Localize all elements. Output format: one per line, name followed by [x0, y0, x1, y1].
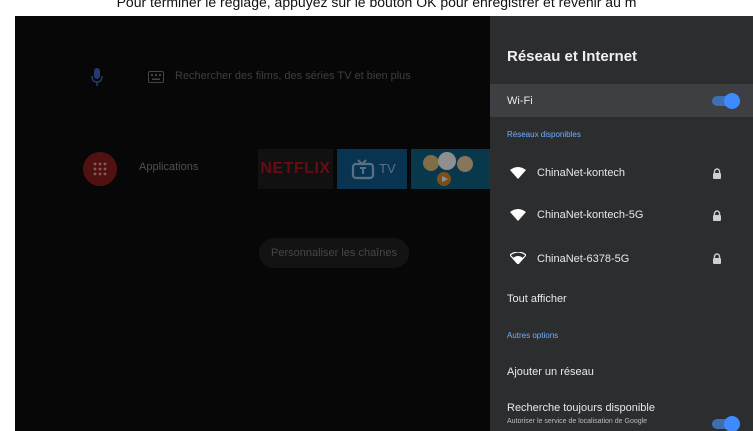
always-scanning-subtitle: Autoriser le service de localisation de …	[507, 418, 648, 425]
lock-icon	[713, 210, 721, 221]
home-screen-dimmed: Rechercher des films, des séries TV et b…	[15, 16, 490, 431]
section-available-networks: Réseaux disponibles	[507, 130, 581, 139]
wifi-signal-partial-icon	[510, 252, 526, 264]
grid-icon	[93, 162, 107, 176]
microphone-icon[interactable]	[90, 67, 104, 87]
section-other-options: Autres options	[507, 331, 559, 340]
instruction-caption: Pour terminer le réglage, appuyez sur le…	[116, 0, 637, 10]
wifi-label: Wi-Fi	[507, 95, 533, 107]
netflix-app-tile[interactable]: NETFLIX	[258, 149, 333, 189]
add-network-item[interactable]: Ajouter un réseau	[507, 366, 594, 378]
network-item-label[interactable]: ChinaNet-6378-5G	[537, 253, 629, 265]
wifi-toggle[interactable]	[712, 93, 740, 109]
network-settings-panel: Réseau et Internet Wi-Fi Réseaux disponi…	[490, 16, 753, 431]
show-all-networks[interactable]: Tout afficher	[507, 293, 567, 305]
keyboard-icon[interactable]	[148, 71, 164, 83]
customize-channels-button[interactable]: Personnaliser les chaînes	[259, 238, 409, 268]
wifi-signal-full-icon	[510, 209, 526, 221]
tv-icon	[351, 159, 375, 180]
panel-title: Réseau et Internet	[507, 48, 638, 65]
tv-app-tile[interactable]: TV	[337, 149, 407, 189]
apps-label: Applications	[139, 161, 199, 173]
network-item-label[interactable]: ChinaNet-kontech-5G	[537, 209, 643, 221]
always-scanning-toggle[interactable]	[712, 416, 740, 431]
always-scanning-title[interactable]: Recherche toujours disponible	[507, 402, 655, 414]
kids-app-tile[interactable]	[411, 149, 490, 189]
tv-screen: Rechercher des films, des séries TV et b…	[15, 16, 753, 431]
wifi-signal-full-icon	[510, 167, 526, 179]
lock-icon	[713, 168, 721, 179]
tv-app-label: TV	[379, 161, 396, 176]
network-item-label[interactable]: ChinaNet-kontech	[537, 167, 625, 179]
search-hint[interactable]: Rechercher des films, des séries TV et b…	[175, 70, 411, 82]
lock-icon	[713, 253, 721, 264]
cartoon-characters-icon	[423, 152, 473, 186]
